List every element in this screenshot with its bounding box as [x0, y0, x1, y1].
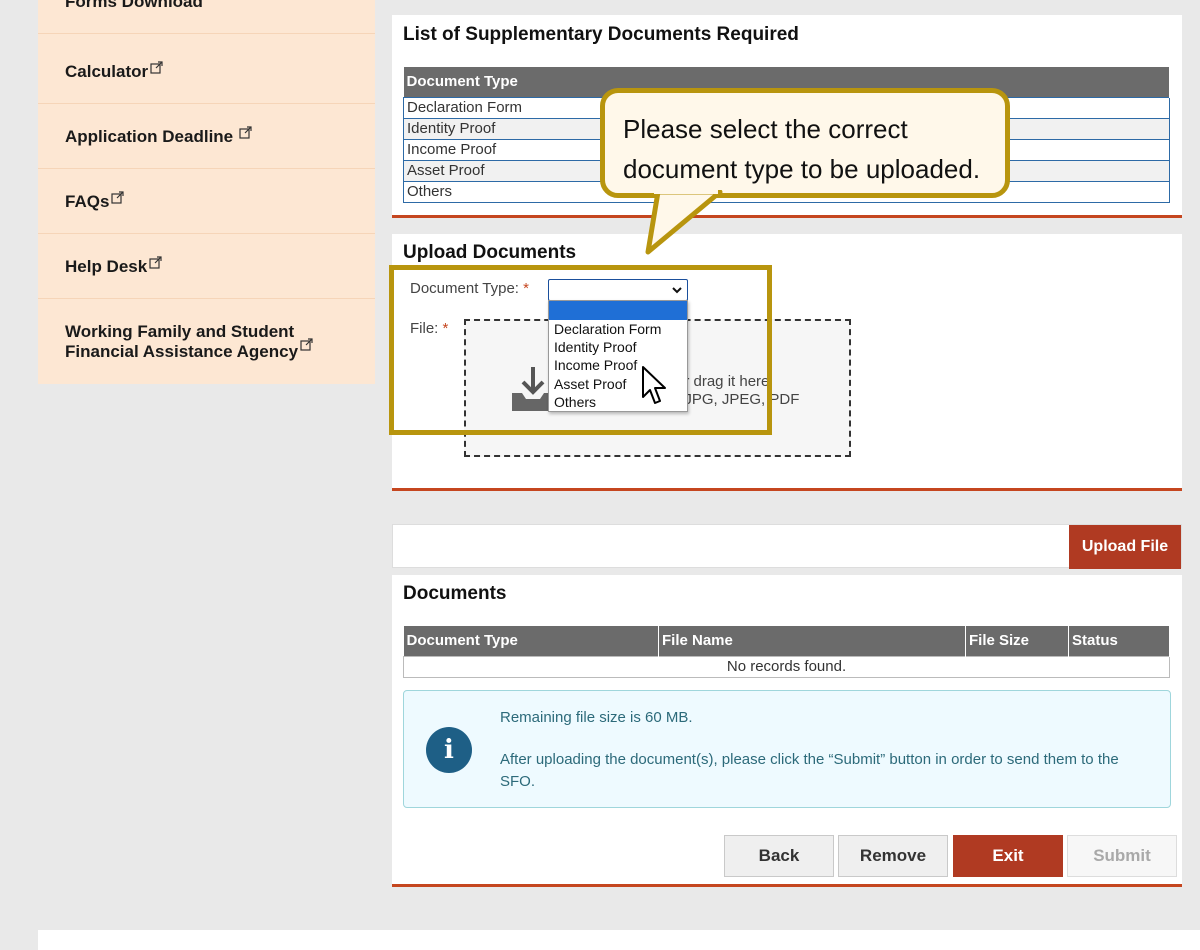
sidebar: Forms Download Calculator Application De…: [38, 0, 375, 384]
external-link-icon: [111, 191, 125, 204]
sidebar-item-application-deadline[interactable]: Application Deadline: [38, 105, 375, 169]
sidebar-item-forms-download[interactable]: Forms Download: [38, 0, 375, 34]
dropdown-option-identity-proof[interactable]: Identity Proof: [549, 338, 687, 356]
sidebar-item-label: Working Family and Student Financial Ass…: [65, 322, 313, 362]
upload-file-button[interactable]: Upload File: [1069, 525, 1181, 569]
callout-tail: [645, 190, 723, 255]
upload-file-bar: Upload File: [392, 524, 1182, 569]
dropzone-text-line2: : JPG, JPEG, PDF: [676, 391, 800, 408]
empty-message: No records found.: [403, 655, 1170, 678]
sidebar-item-help-desk[interactable]: Help Desk: [38, 235, 375, 299]
info-box: i Remaining file size is 60 MB. After up…: [403, 690, 1171, 808]
back-button[interactable]: Back: [724, 835, 834, 877]
documents-title: Documents: [403, 583, 507, 604]
info-icon: i: [426, 727, 472, 773]
sidebar-item-wfsfaa[interactable]: Working Family and Student Financial Ass…: [38, 300, 375, 384]
sidebar-item-faqs[interactable]: FAQs: [38, 170, 375, 234]
chevron-down-icon: [672, 287, 682, 294]
callout-text: Please select the correct document type …: [623, 114, 981, 184]
upload-title: Upload Documents: [403, 242, 577, 263]
file-label-text: File:: [410, 320, 439, 337]
external-link-icon: [239, 126, 252, 139]
sidebar-item-label: FAQs: [65, 191, 110, 211]
external-link-icon: [150, 61, 163, 74]
sidebar-item-label: Forms Download: [65, 0, 203, 11]
supplementary-title: List of Supplementary Documents Required: [403, 24, 799, 45]
dropdown-option-declaration-form[interactable]: Declaration Form: [549, 320, 687, 338]
sidebar-item-calculator[interactable]: Calculator: [38, 40, 375, 104]
submit-button[interactable]: Submit: [1067, 835, 1177, 877]
column-header: Status: [1068, 626, 1170, 656]
file-label: File: *: [410, 320, 448, 337]
required-mark: *: [523, 280, 529, 297]
upload-panel: Upload Documents Document Type: * File: …: [392, 234, 1182, 491]
document-type-select[interactable]: [548, 279, 688, 301]
info-submit-instruction: After uploading the document(s), please …: [500, 751, 1119, 790]
column-header: Document Type: [403, 626, 659, 656]
dropdown-option-empty[interactable]: [549, 301, 687, 320]
dropzone-text-line1: or drag it here: [676, 373, 770, 390]
sidebar-item-label: Help Desk: [65, 256, 148, 276]
sidebar-item-label: Calculator: [65, 61, 149, 81]
external-link-icon: [300, 338, 313, 351]
document-type-label: Document Type: *: [410, 280, 529, 297]
required-mark: *: [442, 320, 449, 337]
tutorial-callout: Please select the correct document type …: [600, 88, 1010, 198]
sidebar-item-label: Application Deadline: [65, 126, 234, 146]
sidebar-item-label-text: Financial Assistance Agency: [65, 342, 299, 361]
dropzone-text: or drag it here : JPG, JPEG, PDF: [676, 373, 799, 409]
column-header: File Name: [658, 626, 966, 656]
info-remaining-size: Remaining file size is 60 MB.: [500, 709, 693, 726]
remove-button[interactable]: Remove: [838, 835, 948, 877]
table-row: No records found.: [403, 655, 1170, 678]
column-header: File Size: [965, 626, 1069, 656]
footer: [38, 930, 1200, 950]
document-type-label-text: Document Type:: [410, 280, 519, 297]
external-link-icon: [149, 256, 162, 269]
documents-table: Document Type File Name File Size Status…: [403, 626, 1170, 678]
exit-button[interactable]: Exit: [953, 835, 1063, 877]
sidebar-item-label-line1: Working Family and Student: [65, 322, 295, 341]
sidebar-item-label-line2: Financial Assistance Agency: [65, 338, 313, 362]
mouse-cursor-icon: [642, 366, 666, 404]
